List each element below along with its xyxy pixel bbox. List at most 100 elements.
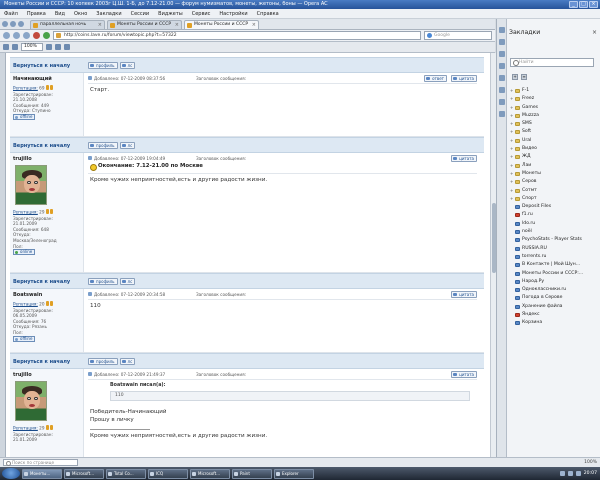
bookmark-item[interactable]: Одноклассники.ru — [510, 286, 600, 294]
history-panel-icon[interactable] — [499, 63, 505, 69]
bookmarks-search-input[interactable]: Найти — [510, 58, 594, 67]
contacts-panel-icon[interactable] — [499, 51, 505, 57]
author-name[interactable]: Boatswain — [13, 292, 42, 298]
taskbar-button[interactable]: Microsoft... — [190, 468, 230, 479]
taskbar-button[interactable]: Total Co... — [106, 468, 146, 479]
zoom-indicator[interactable]: 100% — [584, 460, 597, 465]
minimize-button[interactable]: _ — [569, 1, 578, 8]
bookmark-options-icon[interactable]: ≡ — [521, 74, 527, 80]
menu-help[interactable]: Справка — [257, 11, 279, 17]
bookmark-folder[interactable]: + Сотмт — [510, 187, 600, 195]
reload-icon[interactable] — [23, 32, 30, 39]
search-field[interactable]: Google — [424, 31, 492, 40]
transfers-panel-icon[interactable] — [499, 87, 505, 93]
bookmark-item[interactable]: В Контакте | Мой Шун... — [510, 261, 600, 269]
volume-icon[interactable] — [567, 471, 573, 476]
menu-window[interactable]: Окно — [74, 11, 87, 17]
print-icon[interactable] — [64, 44, 70, 50]
bookmark-item[interactable]: f1.ru — [510, 211, 600, 219]
reputation-link[interactable]: Репутация: — [13, 301, 38, 306]
menu-file[interactable]: Файл — [4, 11, 18, 17]
tab-2[interactable]: Монеты России и СССР × — [107, 20, 182, 29]
menu-widgets[interactable]: Виджеты — [158, 11, 183, 17]
expand-icon[interactable]: + — [510, 95, 513, 103]
quote-button[interactable]: цитата — [451, 291, 477, 298]
expand-icon[interactable]: + — [510, 162, 513, 170]
profile-button[interactable]: профиль — [88, 142, 118, 149]
back-to-top-link[interactable]: Вернуться к началу — [13, 279, 70, 285]
expand-icon[interactable]: + — [510, 178, 513, 186]
taskbar-button[interactable]: Монеты... — [22, 468, 62, 479]
stop-icon[interactable] — [33, 32, 40, 39]
menu-view[interactable]: Вид — [55, 11, 65, 17]
add-bookmark-icon[interactable]: + — [512, 74, 518, 80]
bookmark-item[interactable]: Народ.Ру — [510, 278, 600, 286]
bookmark-folder[interactable]: + F-1 — [510, 87, 600, 95]
pm-button[interactable]: лс — [119, 62, 136, 69]
links-panel-icon[interactable] — [499, 99, 505, 105]
reputation-link[interactable]: Репутация: — [13, 85, 38, 90]
taskbar-button[interactable]: Paint — [232, 468, 272, 479]
taskbar-button[interactable]: Explorer — [274, 468, 314, 479]
bookmark-folder[interactable]: + Games — [510, 104, 600, 112]
forward-icon[interactable] — [13, 32, 20, 39]
fit-width-icon[interactable] — [46, 44, 52, 50]
new-tab-icon[interactable] — [2, 21, 8, 27]
bookmark-folder[interactable]: + Soft — [510, 128, 600, 136]
expand-icon[interactable]: + — [510, 128, 513, 136]
bookmark-item[interactable]: torrents.ru — [510, 253, 600, 261]
expand-icon[interactable]: + — [510, 87, 513, 95]
bookmark-item[interactable]: Монеты России и СССР:... — [510, 270, 600, 278]
back-to-top-link[interactable]: Вернуться к началу — [13, 63, 70, 69]
expand-icon[interactable]: + — [510, 195, 513, 203]
pm-button[interactable]: лс — [119, 142, 136, 149]
pm-button[interactable]: лс — [119, 278, 136, 285]
author-name[interactable]: Начинающий — [13, 76, 52, 82]
info-panel-icon[interactable] — [499, 111, 505, 117]
expand-icon[interactable]: + — [510, 170, 513, 178]
profile-button[interactable]: профиль — [88, 278, 118, 285]
expand-icon[interactable]: + — [510, 120, 513, 128]
quote-button[interactable]: цитата — [451, 155, 477, 162]
bookmark-folder[interactable]: + SMS — [510, 120, 600, 128]
bookmark-folder[interactable]: + Видео — [510, 145, 600, 153]
taskbar-button[interactable]: ICQ — [148, 468, 188, 479]
menu-sessions[interactable]: Сессии — [131, 11, 150, 17]
bookmark-item[interactable]: Корзина — [510, 319, 600, 327]
expand-icon[interactable]: + — [510, 145, 513, 153]
bookmark-folder[interactable]: + Спорт — [510, 195, 600, 203]
quote-button[interactable]: цитата — [451, 371, 477, 378]
notes-panel-icon[interactable] — [499, 75, 505, 81]
bookmark-item[interactable]: Deposit Files — [510, 203, 600, 211]
expand-icon[interactable]: + — [510, 187, 513, 195]
reply-button[interactable]: ответ — [424, 75, 447, 82]
bookmark-folder[interactable]: + Freez — [510, 95, 600, 103]
close-window-button[interactable]: × — [589, 1, 598, 8]
expand-icon[interactable]: + — [510, 104, 513, 112]
images-icon[interactable] — [55, 44, 61, 50]
back-to-top-link[interactable]: Вернуться к началу — [13, 359, 70, 365]
menu-bookmarks[interactable]: Закладки — [96, 11, 121, 17]
bookmark-folder[interactable]: + Ural — [510, 137, 600, 145]
start-button[interactable] — [2, 468, 20, 479]
bookmark-folder[interactable]: + ЖД — [510, 153, 600, 161]
settings-icon[interactable] — [3, 44, 9, 50]
close-tab-icon[interactable]: × — [175, 21, 179, 29]
window-menu-icon[interactable] — [18, 21, 24, 27]
bookmark-item[interactable]: noël — [510, 228, 600, 236]
network-icon[interactable] — [559, 471, 565, 476]
author-name[interactable]: trujillo — [13, 372, 32, 378]
tab-3-active[interactable]: Монеты России и СССР × — [184, 20, 259, 29]
close-panel-icon[interactable]: × — [592, 29, 597, 36]
author-name[interactable]: trujillo — [13, 156, 32, 162]
language-icon[interactable] — [575, 471, 581, 476]
bookmark-item[interactable]: PsychoStats - Player Stats — [510, 236, 600, 244]
bookmarks-panel-icon[interactable] — [499, 27, 505, 33]
maximize-button[interactable]: □ — [579, 1, 588, 8]
bookmark-item[interactable]: ldo.ru — [510, 220, 600, 228]
bookmark-folder[interactable]: + Серов — [510, 178, 600, 186]
reputation-link[interactable]: Репутация: — [13, 209, 38, 214]
bookmark-item[interactable]: Погода в Серове — [510, 294, 600, 302]
bookmark-folder[interactable]: + Монеты — [510, 170, 600, 178]
expand-icon[interactable]: + — [510, 112, 513, 120]
